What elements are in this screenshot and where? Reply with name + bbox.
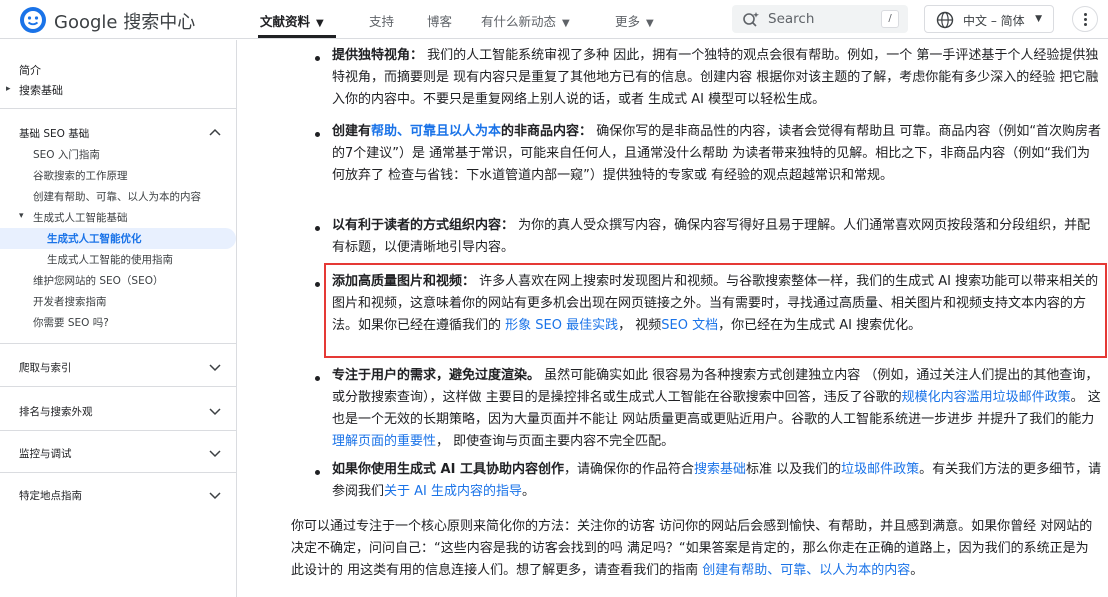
closing-paragraph: 你可以通过专注于一个核心原则来简化你的方法：关注你的访客 访问你的网站后会感到愉… <box>291 516 1101 582</box>
list-item-user-needs: 专注于用户的需求，避免过度渲染。 虽然可能确实如此 很容易为各种搜索方式创建独立… <box>332 365 1102 453</box>
list-item-organize-content: 以有利于读者的方式组织内容： 为你的真人受众撰写内容，确保内容写得好且易于理解。… <box>332 215 1102 259</box>
item-text: 。 <box>522 484 536 499</box>
sidebar-section-ranking[interactable]: 排名与搜索外观 <box>19 404 93 419</box>
nav-tab-more[interactable]: 更多 ▼ <box>615 11 654 30</box>
language-selector[interactable]: 中文 – 简体 ▼ <box>924 5 1054 33</box>
caret-right-icon[interactable]: ▸ <box>6 84 11 94</box>
sidebar-item[interactable]: 生成式人工智能的使用指南 <box>47 252 173 267</box>
sidebar-section-site-specific[interactable]: 特定地点指南 <box>19 488 82 503</box>
item-heading: 专注于用户的需求，避免过度渲染。 <box>332 368 541 383</box>
item-text: 标准 以及我们的 <box>745 462 842 477</box>
link-spam-policy-scaled[interactable]: 规模化内容滥用垃圾邮件政策 <box>902 390 1071 405</box>
item-heading: 如果你使用生成式 AI 工具协助内容创作 <box>332 462 564 477</box>
dot-icon <box>1084 13 1087 16</box>
item-heading: 提供独特视角： <box>332 48 424 63</box>
nav-tab-whats-new[interactable]: 有什么新动态 ▼ <box>481 11 570 30</box>
list-item-images-videos: 添加高质量图片和视频： 许多人喜欢在网上搜索时发现图片和视频。与谷歌搜索整体一样… <box>332 271 1102 337</box>
caret-down-icon: ▼ <box>1035 14 1042 24</box>
nav-tab-label: 更多 <box>615 14 641 29</box>
sidebar-item-gen-ai-basics[interactable]: 生成式人工智能基础 <box>33 210 128 225</box>
sidebar-divider <box>0 386 236 387</box>
main-content: 提供独特视角： 我们的人工智能系统审视了多种 因此，拥有一个独特的观点会很有帮助… <box>238 40 1108 597</box>
link-helpful-content[interactable]: 帮助、可靠且以人为本 <box>371 124 501 139</box>
item-heading: 添加高质量图片和视频： <box>332 274 476 289</box>
dot-icon <box>1084 18 1087 21</box>
bullet-dot <box>315 56 320 61</box>
sidebar-section-crawl-index[interactable]: 爬取与索引 <box>19 360 72 375</box>
list-item-unique-perspective: 提供独特视角： 我们的人工智能系统审视了多种 因此，拥有一个独特的观点会很有帮助… <box>332 45 1102 111</box>
bullet-dot <box>315 376 320 381</box>
chevron-down-icon[interactable] <box>209 364 221 372</box>
nav-tab-label: 文献资料 <box>260 14 311 29</box>
link-spam-policies[interactable]: 垃圾邮件政策 <box>841 462 919 477</box>
sidebar-divider <box>0 472 236 473</box>
item-text: 我们的人工智能系统审视了多种 因此，拥有一个独特的观点会很有帮助。例如，一个 第… <box>332 48 1099 107</box>
paragraph-text: 。 <box>910 563 924 578</box>
nav-tab-docs[interactable]: 文献资料 ▼ <box>260 11 324 30</box>
link-page-importance[interactable]: 理解页面的重要性 <box>332 434 436 449</box>
chevron-down-icon[interactable] <box>209 450 221 458</box>
bullet-dot <box>315 282 320 287</box>
top-header: Google 搜索中心 文献资料 ▼ 支持 博客 有什么新动态 ▼ 更多 ▼ / 中文… <box>0 0 1108 39</box>
link-search-essentials[interactable]: 搜索基础 <box>694 462 746 477</box>
sidebar-item[interactable]: 开发者搜索指南 <box>33 294 107 309</box>
sidebar-section-seo-basics[interactable]: 基础 SEO 基础 <box>19 126 89 141</box>
item-heading: 创建有 <box>332 124 372 139</box>
list-item-gen-ai-tools: 如果你使用生成式 AI 工具协助内容创作，请确保你的作品符合搜索基础标准 以及我… <box>332 459 1102 503</box>
sidebar-divider <box>0 108 236 109</box>
paragraph-text: 你可以通过专注于一个核心原则来简化你的方法：关注你的访客 访问你的网站后会感到愉… <box>291 519 1093 578</box>
sidebar-item[interactable]: 你需要 SEO 吗? <box>33 315 109 330</box>
item-heading: 的非商品内容： <box>501 124 593 139</box>
link-ai-content-guidance[interactable]: 关于 AI 生成内容的指导 <box>384 484 522 499</box>
sidebar-item[interactable]: 谷歌搜索的工作原理 <box>33 168 128 183</box>
search-shortcut-key: / <box>881 10 899 28</box>
chevron-down-icon[interactable] <box>209 408 221 416</box>
site-title[interactable]: Google 搜索中心 <box>54 8 195 34</box>
sparkle-search-icon <box>743 12 759 27</box>
sidebar-item-intro[interactable]: 简介 <box>19 62 41 78</box>
sidebar-section-monitoring[interactable]: 监控与调试 <box>19 446 72 461</box>
globe-icon <box>936 11 954 29</box>
link-video-seo[interactable]: SEO 文档 <box>661 318 718 333</box>
item-text: ， 视频 <box>618 318 662 333</box>
dot-icon <box>1084 23 1087 26</box>
nav-tab-support[interactable]: 支持 <box>369 11 394 30</box>
item-heading: 以有利于读者的方式组织内容： <box>332 218 515 233</box>
search-bar[interactable]: / <box>732 5 908 33</box>
nav-tab-blog[interactable]: 博客 <box>427 11 452 30</box>
sidebar-item[interactable]: 维护您网站的 SEO（SEO） <box>33 273 163 288</box>
bullet-dot <box>315 226 320 231</box>
sidebar-divider <box>0 430 236 431</box>
nav-tab-label: 有什么新动态 <box>481 14 557 29</box>
sidebar-item[interactable]: SEO 入门指南 <box>33 147 100 162</box>
bullet-dot <box>315 470 320 475</box>
item-text: ，请确保你的作品符合 <box>563 462 694 477</box>
language-label: 中文 – 简体 <box>963 14 1025 28</box>
sidebar-item[interactable]: 创建有帮助、可靠、以人为本的内容 <box>33 189 201 204</box>
chevron-down-icon[interactable] <box>209 492 221 500</box>
caret-down-icon: ▼ <box>316 18 324 29</box>
chevron-up-icon[interactable] <box>209 128 221 136</box>
item-text: ， 即使查询与页面主要内容不完全匹配。 <box>436 434 675 449</box>
left-sidebar: 简介 ▸ 搜索基础 基础 SEO 基础 SEO 入门指南 谷歌搜索的工作原理 创… <box>0 40 237 597</box>
bullet-dot <box>315 132 320 137</box>
item-text: ，你已经在为生成式 AI 搜索优化。 <box>718 318 922 333</box>
link-helpful-content-guide[interactable]: 创建有帮助、可靠、以人为本的内容 <box>702 563 910 578</box>
link-image-seo[interactable]: 形象 SEO 最佳实践 <box>505 318 618 333</box>
google-search-central-logo-icon[interactable] <box>19 6 47 34</box>
search-input[interactable] <box>768 10 868 28</box>
active-tab-indicator <box>258 35 336 38</box>
sidebar-item-search-basics[interactable]: 搜索基础 <box>19 82 63 98</box>
more-options-button[interactable] <box>1072 6 1098 32</box>
caret-down-icon: ▼ <box>562 18 570 29</box>
sidebar-item-gen-ai-optimization[interactable]: 生成式人工智能优化 <box>47 231 142 246</box>
sidebar-divider <box>0 343 236 344</box>
list-item-non-commodity: 创建有帮助、可靠且以人为本的非商品内容： 确保你写的是非商品性的内容，读者会觉得… <box>332 121 1102 187</box>
caret-down-icon[interactable]: ▾ <box>19 211 24 221</box>
caret-down-icon: ▼ <box>646 18 654 29</box>
